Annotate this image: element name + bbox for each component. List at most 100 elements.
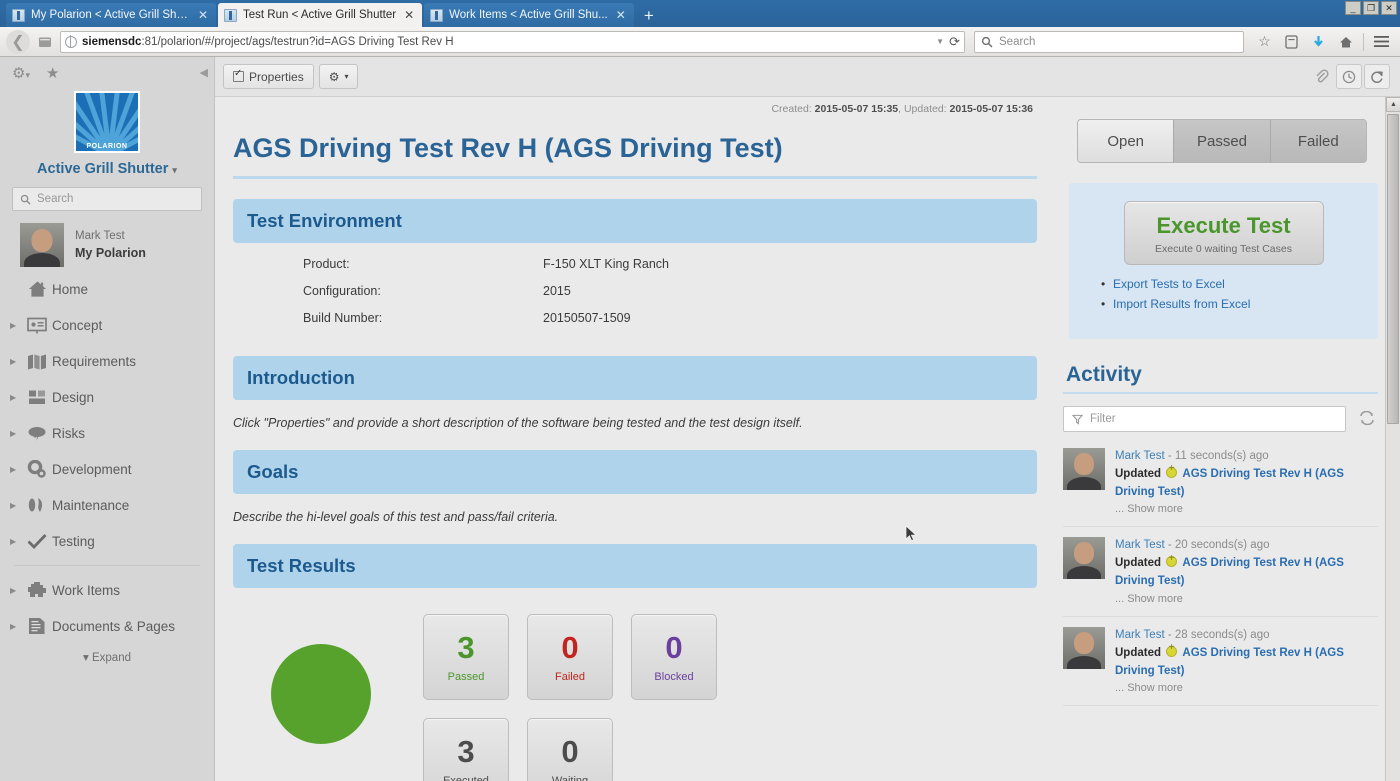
sidebar-item-home[interactable]: Home <box>0 271 214 307</box>
sidebar-item-label: Concept <box>52 317 103 333</box>
browser-search-input[interactable]: Search <box>974 30 1244 53</box>
show-more-link[interactable]: ... Show more <box>1115 501 1378 518</box>
sidebar-toolbar: ⚙▾ ★ <box>0 57 214 85</box>
url-bar[interactable]: siemensdc:81/polarion/#/project/ags/test… <box>60 30 965 53</box>
settings-menu-button[interactable]: ⚙ ▾ <box>318 64 359 89</box>
activity-user[interactable]: Mark Test <box>1115 629 1165 641</box>
activity-refresh-icon[interactable] <box>1356 410 1378 428</box>
result-tile-failed[interactable]: 0 Failed <box>527 614 613 700</box>
nav-expand-arrow[interactable]: ▶ <box>10 465 22 474</box>
result-tile-passed[interactable]: 3 Passed <box>423 614 509 700</box>
sidebar-item-requirements[interactable]: ▶ Requirements <box>0 343 214 379</box>
nav-expand-arrow[interactable]: ▶ <box>10 501 22 510</box>
tab-favicon-icon <box>430 8 444 22</box>
scroll-up-button[interactable]: ▲ <box>1386 97 1400 112</box>
list-item: Mark Test - 11 seconds(s) ago Updated AG… <box>1063 438 1378 528</box>
sidebar-item-documents-pages[interactable]: ▶ Documents & Pages <box>0 608 214 644</box>
segment-failed[interactable]: Failed <box>1270 120 1366 162</box>
sidebar-star-icon[interactable]: ★ <box>46 64 59 82</box>
nav-expand-arrow[interactable]: ▶ <box>10 393 22 402</box>
export-tests-to-excel-link[interactable]: Export Tests to Excel <box>1101 277 1362 291</box>
browser-tab-1[interactable]: My Polarion < Active Grill Shu... ✕ <box>6 3 216 27</box>
history-icon[interactable] <box>1336 64 1362 89</box>
home-icon[interactable] <box>1333 30 1358 54</box>
nav-expand-arrow[interactable]: ▶ <box>10 622 22 631</box>
sidebar-expand-button[interactable]: ▾ Expand <box>0 650 214 664</box>
segment-passed[interactable]: Passed <box>1174 120 1271 162</box>
activity-time: - 11 seconds(s) ago <box>1167 450 1269 462</box>
sidebar-item-design[interactable]: ▶ Design <box>0 379 214 415</box>
downloads-icon[interactable] <box>1306 30 1331 54</box>
browser-tab-2[interactable]: Test Run < Active Grill Shutter ✕ <box>218 3 423 27</box>
activity-user[interactable]: Mark Test <box>1115 539 1165 551</box>
nav-expand-arrow[interactable]: ▶ <box>10 429 22 438</box>
import-results-from-excel-link[interactable]: Import Results from Excel <box>1101 297 1362 311</box>
work-item-icon <box>1166 643 1178 657</box>
activity-filter-input[interactable]: Filter <box>1063 406 1346 432</box>
site-identity-icon[interactable] <box>34 31 56 53</box>
page-scrollbar[interactable]: ▲ ▼ <box>1385 97 1400 781</box>
activity-user[interactable]: Mark Test <box>1115 450 1165 462</box>
new-tab-button[interactable]: + <box>636 5 662 27</box>
show-more-link[interactable]: ... Show more <box>1115 591 1378 608</box>
url-path: :81/polarion/#/project/ags/testrun?id=AG… <box>141 35 454 48</box>
sidebar-item-concept[interactable]: ▶ Concept <box>0 307 214 343</box>
sidebar-item-testing[interactable]: ▶ Testing <box>0 523 214 559</box>
sidebar-search-input[interactable]: Search <box>12 187 202 211</box>
sidebar-item-label: Development <box>52 461 132 477</box>
activity-heading: Activity <box>1066 363 1142 386</box>
nav-expand-arrow[interactable]: ▶ <box>10 586 22 595</box>
nav-expand-arrow[interactable]: ▶ <box>10 357 22 366</box>
sidebar-item-development[interactable]: ▶ Development <box>0 451 214 487</box>
nav-expand-arrow[interactable]: ▶ <box>10 537 22 546</box>
reload-icon[interactable]: ⟳ <box>949 34 960 50</box>
nav-expand-arrow[interactable]: ▶ <box>10 321 22 330</box>
sidebar-item-maintenance[interactable]: ▶ Maintenance <box>0 487 214 523</box>
minimize-button[interactable]: _ <box>1345 1 1361 15</box>
result-tile-executed[interactable]: 3 Executed <box>423 718 509 781</box>
menu-icon[interactable] <box>1369 30 1394 54</box>
result-tile-blocked[interactable]: 0 Blocked <box>631 614 717 700</box>
close-window-button[interactable]: ✕ <box>1381 1 1397 15</box>
sidebar-item-label: Work Items <box>52 582 121 598</box>
reader-icon[interactable] <box>1279 30 1304 54</box>
expand-label: Expand <box>91 652 131 664</box>
tab-close-icon[interactable]: ✕ <box>404 8 414 22</box>
result-tile-waiting[interactable]: 0 Waiting <box>527 718 613 781</box>
project-selector[interactable]: Active Grill Shutter ▾ <box>0 161 214 177</box>
tab-close-icon[interactable]: ✕ <box>198 8 208 22</box>
updated-label: , Updated: <box>898 103 947 115</box>
back-button-icon[interactable]: ❮ <box>6 29 30 54</box>
my-polarion-link[interactable]: My Polarion <box>75 244 146 262</box>
segment-open[interactable]: Open <box>1078 120 1175 162</box>
sidebar-gear-icon[interactable]: ⚙▾ <box>12 64 30 82</box>
chevron-down-icon: ▾ <box>344 72 349 81</box>
activity-verb: Updated <box>1115 467 1161 480</box>
bookmark-star-icon[interactable]: ☆ <box>1252 30 1277 54</box>
url-dropdown-icon[interactable]: ▼ <box>936 37 944 46</box>
tile-label: Failed <box>555 670 585 683</box>
sidebar-user[interactable]: Mark Test My Polarion <box>20 223 214 267</box>
title-rule <box>233 176 1037 179</box>
home-icon <box>22 280 52 298</box>
browser-tab-3[interactable]: Work Items < Active Grill Shu... ✕ <box>424 3 634 27</box>
tab-close-icon[interactable]: ✕ <box>616 8 626 22</box>
documents-pages-icon <box>22 617 52 635</box>
activity-change: Updated AGS Driving Test Rev H (AGS Driv… <box>1115 643 1378 681</box>
scrollbar-thumb[interactable] <box>1387 114 1399 424</box>
sidebar-item-risks[interactable]: ▶ Risks <box>0 415 214 451</box>
execute-test-button[interactable]: Execute Test Execute 0 waiting Test Case… <box>1123 201 1324 265</box>
status-filter-segmented-control: Open Passed Failed <box>1077 119 1367 163</box>
user-name: Mark Test <box>75 229 125 242</box>
work-item-icon <box>1166 464 1178 478</box>
show-more-link[interactable]: ... Show more <box>1115 680 1378 697</box>
activity-filter-row: Filter <box>1063 406 1378 432</box>
sidebar-item-work-items[interactable]: ▶ Work Items <box>0 572 214 608</box>
attachment-icon[interactable] <box>1308 64 1334 89</box>
tile-value: 0 <box>561 733 579 769</box>
properties-button[interactable]: Properties <box>223 64 314 89</box>
browser-navigation-bar: ❮ siemensdc:81/polarion/#/project/ags/te… <box>0 27 1400 57</box>
sidebar-collapse-icon[interactable]: ◀ <box>200 66 208 79</box>
maximize-button[interactable]: ❐ <box>1363 1 1379 15</box>
refresh-icon[interactable] <box>1364 64 1390 89</box>
